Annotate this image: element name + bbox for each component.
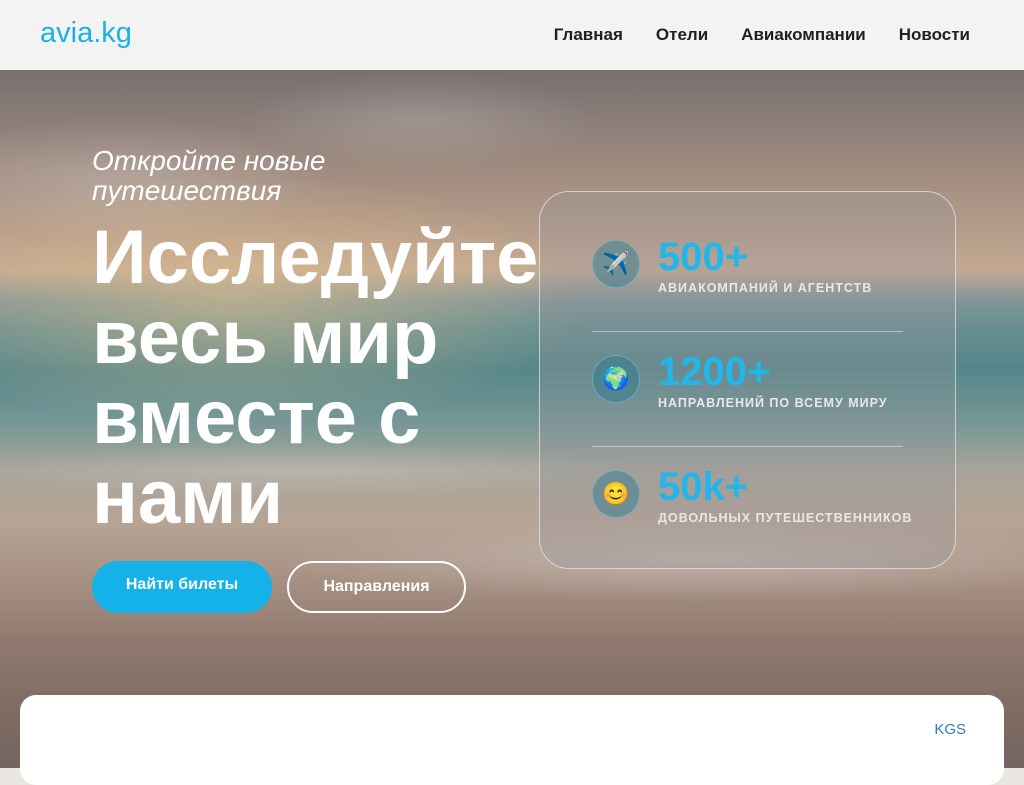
stat-label: АВИАКОМПАНИЙ И АГЕНТСТВ	[658, 281, 873, 295]
nav-link-news[interactable]: Новости	[899, 25, 970, 45]
destinations-button[interactable]: Направления	[287, 561, 466, 613]
nav-link-airlines[interactable]: Авиакомпании	[741, 25, 866, 45]
stat-label: ДОВОЛЬНЫХ ПУТЕШЕСТВЕННИКОВ	[658, 511, 913, 525]
stats-card: ✈️ 500+ АВИАКОМПАНИЙ И АГЕНТСТВ 🌍 1200+ …	[539, 191, 956, 569]
search-panel: KGS	[20, 695, 1004, 785]
globe-icon: 🌍	[592, 355, 640, 403]
hero-kicker: Откройте новые путешествия	[92, 145, 326, 206]
hero-headline: Исследуйте весь мир вместе с нами	[92, 215, 539, 540]
find-tickets-button[interactable]: Найти билеты	[92, 561, 272, 613]
main-nav: Главная Отели Авиакомпании Новости	[554, 25, 970, 45]
site-header: avia.kg Главная Отели Авиакомпании Новос…	[0, 0, 1024, 70]
airplane-icon: ✈️	[592, 240, 640, 288]
stat-airlines: ✈️ 500+ АВИАКОМПАНИЙ И АГЕНТСТВ	[592, 217, 903, 332]
stat-label: НАПРАВЛЕНИЙ ПО ВСЕМУ МИРУ	[658, 396, 888, 410]
stat-destinations: 🌍 1200+ НАПРАВЛЕНИЙ ПО ВСЕМУ МИРУ	[592, 332, 903, 447]
nav-link-hotels[interactable]: Отели	[656, 25, 708, 45]
nav-link-home[interactable]: Главная	[554, 25, 623, 45]
stat-value: 1200+	[658, 350, 771, 394]
currency-selector[interactable]: KGS	[934, 721, 966, 738]
stat-value: 50k+	[658, 465, 749, 509]
stat-value: 500+	[658, 235, 749, 279]
site-logo[interactable]: avia.kg	[40, 17, 132, 50]
smile-icon: 😊	[592, 470, 640, 518]
stat-travelers: 😊 50k+ ДОВОЛЬНЫХ ПУТЕШЕСТВЕННИКОВ	[592, 447, 911, 562]
